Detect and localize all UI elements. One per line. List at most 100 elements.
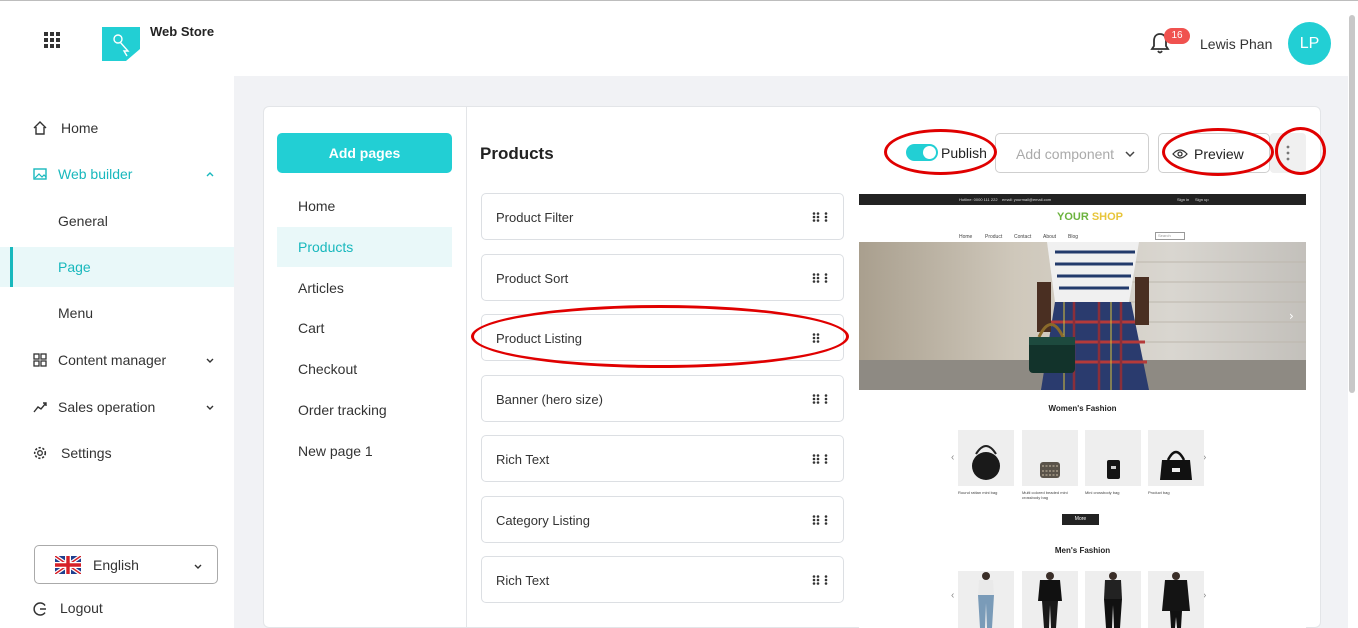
drag-handle-icon[interactable] — [812, 575, 830, 585]
component-label: Banner (hero size) — [496, 392, 603, 407]
component-label: Rich Text — [496, 573, 550, 588]
drag-handle-icon[interactable] — [812, 273, 830, 283]
beaded-bag-icon — [1040, 462, 1060, 478]
chevron-down-icon — [194, 564, 202, 569]
component-label: Category Listing — [496, 513, 590, 528]
chevron-down-icon — [1125, 151, 1135, 158]
page-scrollbar[interactable] — [1349, 15, 1355, 393]
page-item-articles[interactable]: Articles — [277, 268, 452, 308]
sidebar-item-content-manager[interactable]: Content manager — [0, 340, 234, 380]
avatar[interactable]: LP — [1288, 22, 1331, 65]
top-bar: Web Store 16 Lewis Phan LP — [0, 0, 1358, 76]
trend-icon — [33, 402, 47, 413]
black-outfit-model-icon — [1104, 572, 1122, 628]
preview-shop-name-1: YOUR — [1057, 211, 1089, 223]
add-pages-button[interactable]: Add pages — [277, 133, 452, 173]
preview-product-name: Mini crossbody bag — [1085, 490, 1120, 495]
language-select[interactable]: English — [34, 545, 218, 584]
preview-section-mens: Men's Fashion — [1054, 546, 1111, 555]
language-label: English — [93, 557, 139, 573]
mini-bag-icon — [1107, 460, 1120, 479]
preview-topbar — [859, 194, 1306, 205]
round-bag-icon — [972, 445, 1000, 480]
preview-product-image — [1022, 571, 1078, 628]
web-store-logo-icon — [102, 27, 140, 61]
sidebar-item-home[interactable]: Home — [0, 108, 234, 148]
chevron-down-icon — [206, 405, 214, 410]
home-icon — [33, 121, 47, 135]
sidebar-item-sales-operation[interactable]: Sales operation — [0, 387, 234, 427]
add-component-select[interactable]: Add component — [995, 133, 1149, 173]
logout-icon — [33, 602, 46, 616]
component-card-product-listing[interactable]: Product Listing — [481, 314, 844, 361]
eye-icon — [1172, 149, 1188, 159]
preview-button[interactable]: Preview — [1158, 133, 1270, 173]
sidebar-item-label: Sales operation — [58, 399, 156, 415]
publish-toggle[interactable] — [906, 144, 938, 161]
sidebar-item-label: Menu — [58, 305, 94, 321]
preview-prev-icon: ‹ — [951, 590, 955, 601]
sidebar-item-web-builder[interactable]: Web builder — [0, 154, 234, 194]
svg-text:›: › — [1289, 309, 1294, 323]
component-label: Product Sort — [496, 271, 569, 286]
jeans-model-icon — [978, 572, 994, 628]
page-item-order-tracking[interactable]: Order tracking — [277, 390, 452, 430]
preview-product-image — [1022, 430, 1078, 486]
component-card-product-filter[interactable]: Product Filter — [481, 193, 844, 240]
component-label: Rich Text — [496, 452, 550, 467]
preview-search: Search — [1155, 232, 1185, 240]
preview-hotline: Hotline: 0000 111 222 — [959, 197, 998, 202]
component-card-category-listing[interactable]: Category Listing — [481, 496, 844, 543]
sidebar-item-general[interactable]: General — [0, 201, 234, 241]
drag-handle-icon[interactable] — [812, 333, 830, 343]
suit-model-icon — [1038, 572, 1062, 628]
page-item-products[interactable]: Products — [277, 227, 452, 267]
component-card-product-sort[interactable]: Product Sort — [481, 254, 844, 301]
page-item-home[interactable]: Home — [277, 186, 452, 226]
apps-grid-icon[interactable] — [44, 32, 60, 48]
preview-nav-item: Home — [959, 234, 973, 240]
panel-divider — [466, 106, 467, 628]
component-card-rich-text[interactable]: Rich Text — [481, 435, 844, 482]
preview-product-image — [1085, 571, 1141, 628]
gear-icon — [33, 446, 47, 460]
add-component-placeholder: Add component — [1016, 146, 1115, 162]
sidebar: Home Web builder General Page Menu Conte… — [0, 76, 234, 628]
chevron-up-icon — [206, 172, 214, 177]
drag-handle-icon[interactable] — [812, 394, 830, 404]
component-label: Product Listing — [496, 331, 582, 346]
logout-label: Logout — [60, 600, 103, 616]
more-options-button[interactable] — [1270, 133, 1306, 173]
page-title: Products — [480, 144, 554, 163]
preview-shop-name-2: SHOP — [1091, 211, 1124, 223]
page-item-new-page-1[interactable]: New page 1 — [277, 431, 452, 471]
preview-product-image — [1148, 430, 1204, 486]
sidebar-item-menu[interactable]: Menu — [0, 293, 234, 333]
sidebar-item-settings[interactable]: Settings — [0, 433, 234, 473]
preview-nav-item: Contact — [1014, 234, 1032, 240]
app-name: Web Store — [150, 24, 215, 39]
image-icon — [33, 168, 47, 180]
preview-email: email: yourmail@email.com — [1002, 197, 1052, 202]
preview-nav-item: Product — [985, 234, 1003, 240]
page-item-cart[interactable]: Cart — [277, 308, 452, 348]
grid-icon — [33, 353, 47, 367]
tote-bag-icon — [1160, 450, 1192, 480]
preview-label: Preview — [1194, 146, 1244, 162]
component-label: Product Filter — [496, 210, 574, 225]
preview-nav-item: About — [1043, 234, 1057, 240]
sidebar-item-label: Content manager — [58, 352, 167, 368]
preview-product-image — [958, 430, 1014, 486]
notification-badge: 16 — [1164, 28, 1190, 44]
drag-handle-icon[interactable] — [812, 515, 830, 525]
preview-product-name: Multi colored beaded mini crossbody bag — [1022, 490, 1068, 500]
component-card-banner[interactable]: Banner (hero size) — [481, 375, 844, 422]
preview-prev-icon: ‹ — [951, 452, 955, 463]
drag-handle-icon[interactable] — [812, 454, 830, 464]
page-item-checkout[interactable]: Checkout — [277, 349, 452, 389]
sidebar-item-label: Home — [61, 120, 99, 136]
sidebar-item-page[interactable]: Page — [0, 247, 234, 287]
user-name[interactable]: Lewis Phan — [1200, 36, 1272, 52]
drag-handle-icon[interactable] — [812, 212, 830, 222]
component-card-rich-text-2[interactable]: Rich Text — [481, 556, 844, 603]
